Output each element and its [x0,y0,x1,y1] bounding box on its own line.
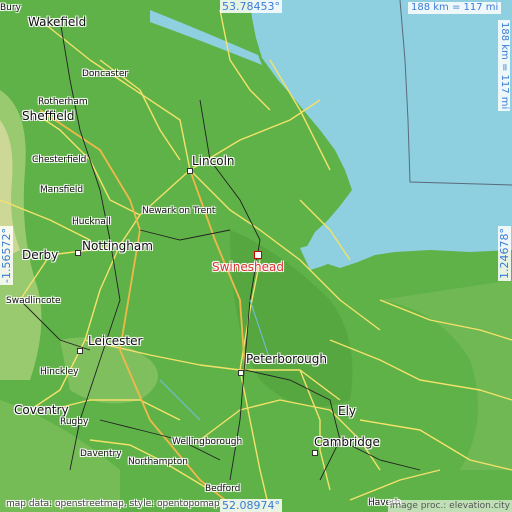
city-label-lincoln: Lincoln [192,154,235,168]
city-label-swadlincote: Swadlincote [6,296,61,306]
city-label-rugby: Rugby [60,417,89,427]
coord-south: 52.08974° [220,499,282,512]
city-label-sheffield: Sheffield [22,109,75,123]
city-label-mansfield: Mansfield [40,185,84,195]
city-label-hucknall: Hucknall [72,217,111,227]
city-label-bedford: Bedford [205,484,241,494]
coord-west: -1.56572° [0,226,13,285]
city-label-derby: Derby [22,248,59,262]
scale-vertical: 188 km = 117 mi [498,20,510,112]
city-label-doncaster: Doncaster [82,69,129,79]
city-label-rotherham: Rotherham [38,97,88,107]
city-label-swineshead: Swineshead [212,260,284,274]
swineshead-marker [254,251,262,259]
scale-horizontal: 188 km = 117 mi [408,2,502,14]
city-label-chesterfield: Chesterfield [32,155,87,165]
cambridge-marker [312,450,318,456]
lincoln-marker [187,168,193,174]
city-label-ely: Ely [338,404,357,418]
attribution-left: map data: openstreetmap, style: opentopo… [6,499,220,509]
city-label-hinckley: Hinckley [40,367,79,377]
attribution-right: image proc.: elevation.city [387,500,512,512]
coord-north: 53.78453° [220,0,282,13]
city-label-northampton: Northampton [128,457,188,467]
city-label-wakefield: Wakefield [28,15,87,29]
city-label-coventry: Coventry [14,403,69,417]
coord-east: 1.24678° [498,226,511,281]
city-label-leicester: Leicester [88,334,143,348]
city-label-bury: Bury [0,3,21,13]
city-label-cambridge: Cambridge [314,435,380,449]
city-label-newark: Newark on Trent [142,206,216,216]
nottingham-marker [75,250,81,256]
map-canvas[interactable]: Wakefield Doncaster Rotherham Sheffield … [0,0,512,512]
city-label-nottingham: Nottingham [82,239,153,253]
city-label-daventry: Daventry [80,449,122,459]
city-label-peterborough: Peterborough [246,352,328,366]
leicester-marker [77,348,83,354]
peterborough-marker [238,370,244,376]
city-label-wellingborough: Wellingborough [172,437,243,447]
